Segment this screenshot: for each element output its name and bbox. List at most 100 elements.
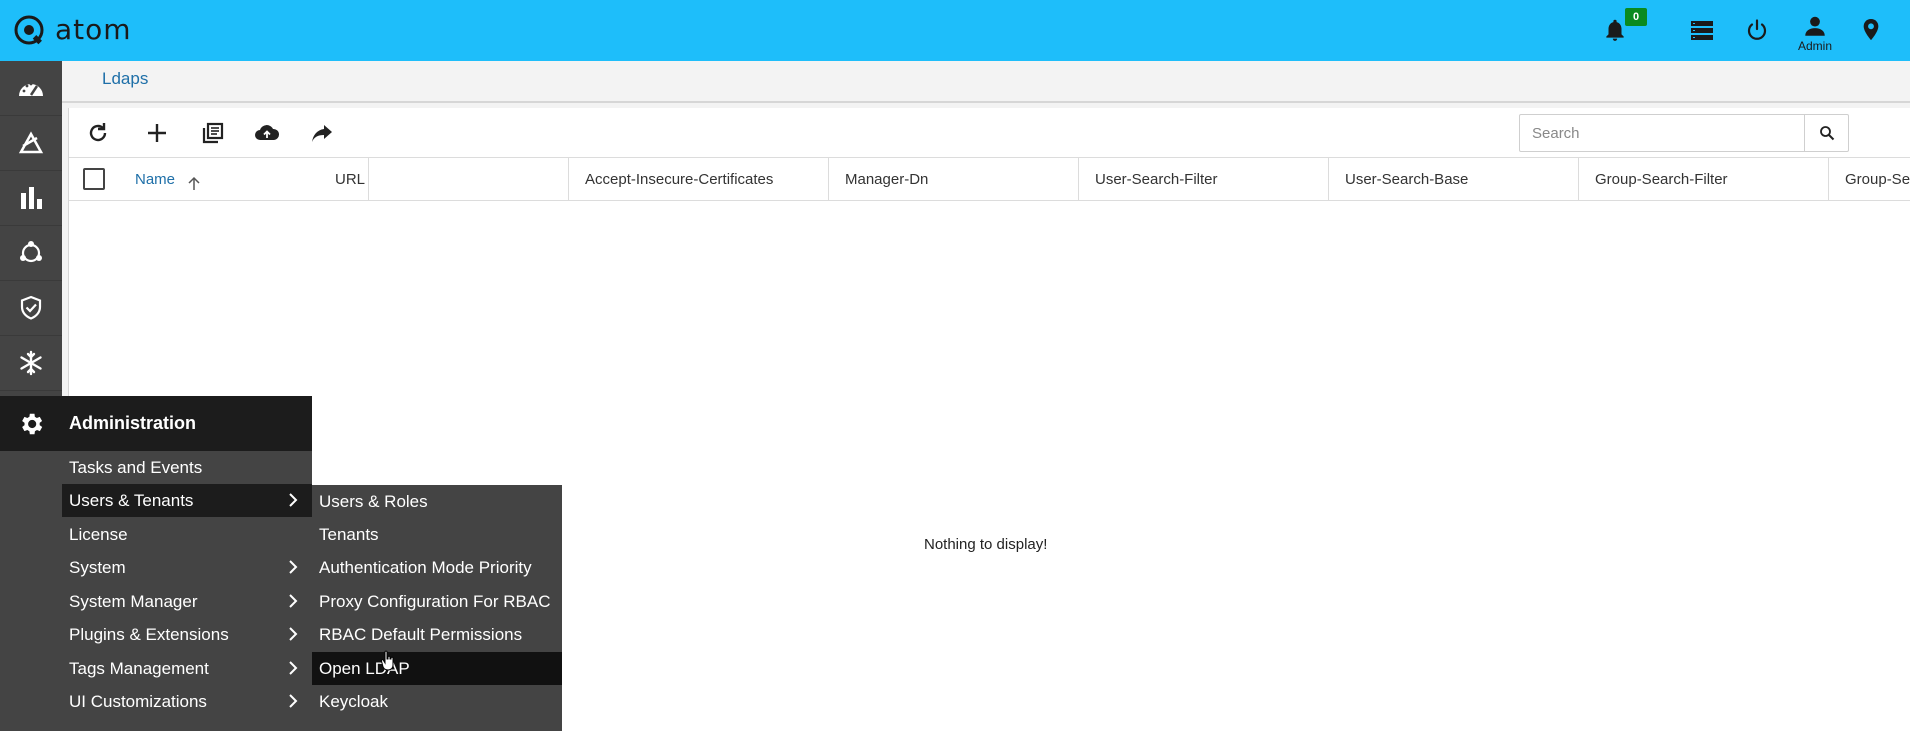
search-button[interactable] xyxy=(1804,115,1848,151)
menu-item-license[interactable]: License xyxy=(62,518,312,551)
select-all-cell xyxy=(69,158,119,201)
app-logo[interactable]: atom xyxy=(13,13,132,46)
devices-icon xyxy=(18,131,44,154)
menu-item-system[interactable]: System xyxy=(62,551,312,584)
column-header-manager-dn[interactable]: Manager-Dn xyxy=(829,158,1079,201)
administration-menu: Tasks and Events Users & Tenants License… xyxy=(62,451,312,731)
sort-ascending-icon xyxy=(188,176,200,190)
app-name: atom xyxy=(55,13,132,46)
breadcrumb: Ldaps xyxy=(62,61,1910,103)
search-icon xyxy=(1819,126,1834,141)
menu-item-plugins-and-extensions[interactable]: Plugins & Extensions xyxy=(62,618,312,651)
submenu-item-label: Tenants xyxy=(319,524,379,544)
column-header-name-label: Name xyxy=(135,171,176,188)
menu-item-tags-management[interactable]: Tags Management xyxy=(62,652,312,685)
network-icon xyxy=(20,241,42,263)
administration-title: Administration xyxy=(69,413,197,433)
gear-icon xyxy=(22,413,43,434)
menu-item-label: Tags Management xyxy=(69,658,209,678)
submenu-item-label: RBAC Default Permissions xyxy=(319,624,523,644)
submenu-item-label: Keycloak xyxy=(319,691,388,711)
user-icon[interactable] xyxy=(1799,10,1831,42)
share-icon xyxy=(312,125,332,142)
power-icon[interactable] xyxy=(1741,14,1773,46)
security-icon xyxy=(20,295,42,320)
chevron-right-icon xyxy=(289,493,298,507)
column-header-group-search-base-label: Group-Se xyxy=(1845,171,1910,188)
chevron-right-icon xyxy=(289,627,298,641)
top-bar: atom 0 Admin xyxy=(0,0,1910,61)
submenu-item-users-and-roles[interactable]: Users & Roles xyxy=(312,485,562,518)
column-header-group-search-base[interactable]: Group-Se xyxy=(1829,158,1910,201)
notification-count-badge: 0 xyxy=(1625,8,1648,26)
select-all-checkbox[interactable] xyxy=(83,168,105,190)
column-header-group-search-filter[interactable]: Group-Search-Filter xyxy=(1579,158,1829,201)
share-button[interactable] xyxy=(307,118,337,148)
menu-item-system-manager[interactable]: System Manager xyxy=(62,585,312,618)
server-list-icon[interactable] xyxy=(1686,14,1718,46)
grid-toolbar xyxy=(69,108,1910,158)
submenu-item-tenants[interactable]: Tenants xyxy=(312,518,562,551)
copy-button[interactable] xyxy=(198,118,228,148)
menu-item-users-and-tenants[interactable]: Users & Tenants xyxy=(62,484,312,517)
menu-item-ui-customizations[interactable]: UI Customizations xyxy=(62,685,312,718)
menu-item-label: Users & Tenants xyxy=(69,490,194,510)
chevron-right-icon xyxy=(289,661,298,675)
column-header-accept-insecure-certificates[interactable]: Accept-Insecure-Certificates xyxy=(569,158,829,201)
nav-freeze[interactable] xyxy=(0,336,62,391)
column-header-manager-dn-label: Manager-Dn xyxy=(845,171,929,188)
breadcrumb-current[interactable]: Ldaps xyxy=(102,69,148,89)
chevron-right-icon xyxy=(289,560,298,574)
add-button[interactable] xyxy=(142,118,172,148)
submenu-item-proxy-configuration-for-rbac[interactable]: Proxy Configuration For RBAC xyxy=(312,585,562,618)
submenu-item-label: Proxy Configuration For RBAC xyxy=(319,591,551,611)
chevron-right-icon xyxy=(289,694,298,708)
dashboard-icon xyxy=(19,82,43,96)
column-header-accept-insecure-certificates-label: Accept-Insecure-Certificates xyxy=(585,171,774,188)
menu-item-label: UI Customizations xyxy=(69,691,207,711)
analytics-icon xyxy=(21,187,42,209)
submenu-item-label: Open LDAP xyxy=(319,658,410,678)
submenu-item-label: Users & Roles xyxy=(319,491,428,511)
column-header-url[interactable]: URL xyxy=(319,158,569,201)
refresh-icon xyxy=(89,123,107,142)
upload-icon xyxy=(255,125,280,140)
column-header-url-label: URL xyxy=(335,171,366,188)
upload-button[interactable] xyxy=(252,118,282,148)
search-container xyxy=(1519,114,1849,152)
column-header-group-search-filter-label: Group-Search-Filter xyxy=(1595,171,1728,188)
add-icon xyxy=(148,124,166,142)
submenu-item-label: Authentication Mode Priority xyxy=(319,557,532,577)
menu-item-label: System Manager xyxy=(69,591,198,611)
nav-security[interactable] xyxy=(0,281,62,336)
column-header-user-search-base-label: User-Search-Base xyxy=(1345,171,1469,188)
menu-item-label: System xyxy=(69,557,126,577)
column-header-user-search-filter-label: User-Search-Filter xyxy=(1095,171,1218,188)
nav-analytics[interactable] xyxy=(0,171,62,226)
submenu-item-keycloak[interactable]: Keycloak xyxy=(312,685,562,718)
table-header-row: Name URL Accept-Insecure-Certificates Ma… xyxy=(69,158,1910,201)
search-input[interactable] xyxy=(1520,115,1848,151)
menu-item-label: Tasks and Events xyxy=(69,457,203,477)
location-pin-icon[interactable] xyxy=(1855,14,1887,46)
users-tenants-submenu: Users & Roles Tenants Authentication Mod… xyxy=(312,485,562,731)
nav-network[interactable] xyxy=(0,226,62,281)
column-header-user-search-base[interactable]: User-Search-Base xyxy=(1329,158,1579,201)
user-label[interactable]: Admin xyxy=(1798,39,1832,53)
snowflake-icon xyxy=(20,350,42,376)
empty-table-message: Nothing to display! xyxy=(924,536,1048,553)
submenu-item-open-ldap[interactable]: Open LDAP xyxy=(312,652,562,685)
submenu-item-authentication-mode-priority[interactable]: Authentication Mode Priority xyxy=(312,551,562,584)
menu-item-label: Plugins & Extensions xyxy=(69,624,229,644)
submenu-item-rbac-default-permissions[interactable]: RBAC Default Permissions xyxy=(312,618,562,651)
chevron-right-icon xyxy=(289,594,298,608)
copy-icon xyxy=(202,122,224,144)
nav-dashboard[interactable] xyxy=(0,61,62,116)
menu-item-label: License xyxy=(69,524,128,544)
nav-devices[interactable] xyxy=(0,116,62,171)
atom-logo-icon xyxy=(14,15,44,44)
menu-item-tasks-and-events[interactable]: Tasks and Events xyxy=(62,451,312,484)
refresh-button[interactable] xyxy=(83,118,113,148)
column-header-user-search-filter[interactable]: User-Search-Filter xyxy=(1079,158,1329,201)
nav-administration[interactable]: Administration xyxy=(0,396,312,451)
